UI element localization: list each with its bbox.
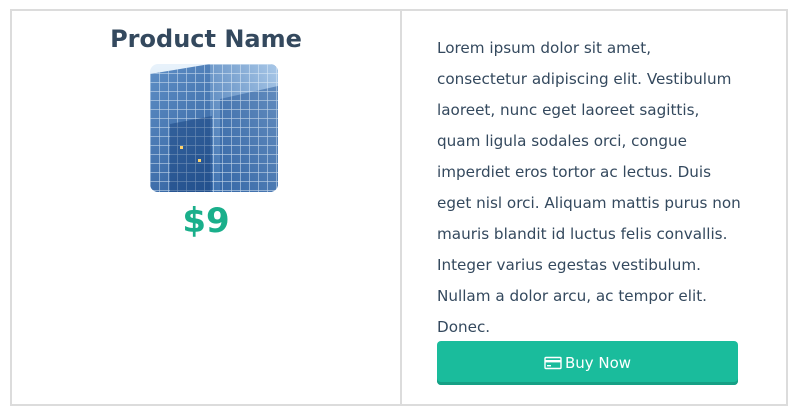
product-detail-column: Lorem ipsum dolor sit amet, consectetur … [402, 11, 786, 404]
credit-card-icon [544, 356, 562, 370]
product-summary-column: Product Name $9 [12, 11, 402, 404]
product-price: $9 [182, 201, 230, 241]
buy-now-label: Buy Now [564, 354, 632, 372]
buy-now-button[interactable]: Buy Now [437, 341, 738, 385]
product-card: Product Name $9 Lorem ipsum dolor sit am… [10, 9, 788, 406]
product-image [150, 64, 278, 192]
product-title: Product Name [110, 25, 302, 53]
product-description: Lorem ipsum dolor sit amet, consectetur … [437, 39, 741, 336]
